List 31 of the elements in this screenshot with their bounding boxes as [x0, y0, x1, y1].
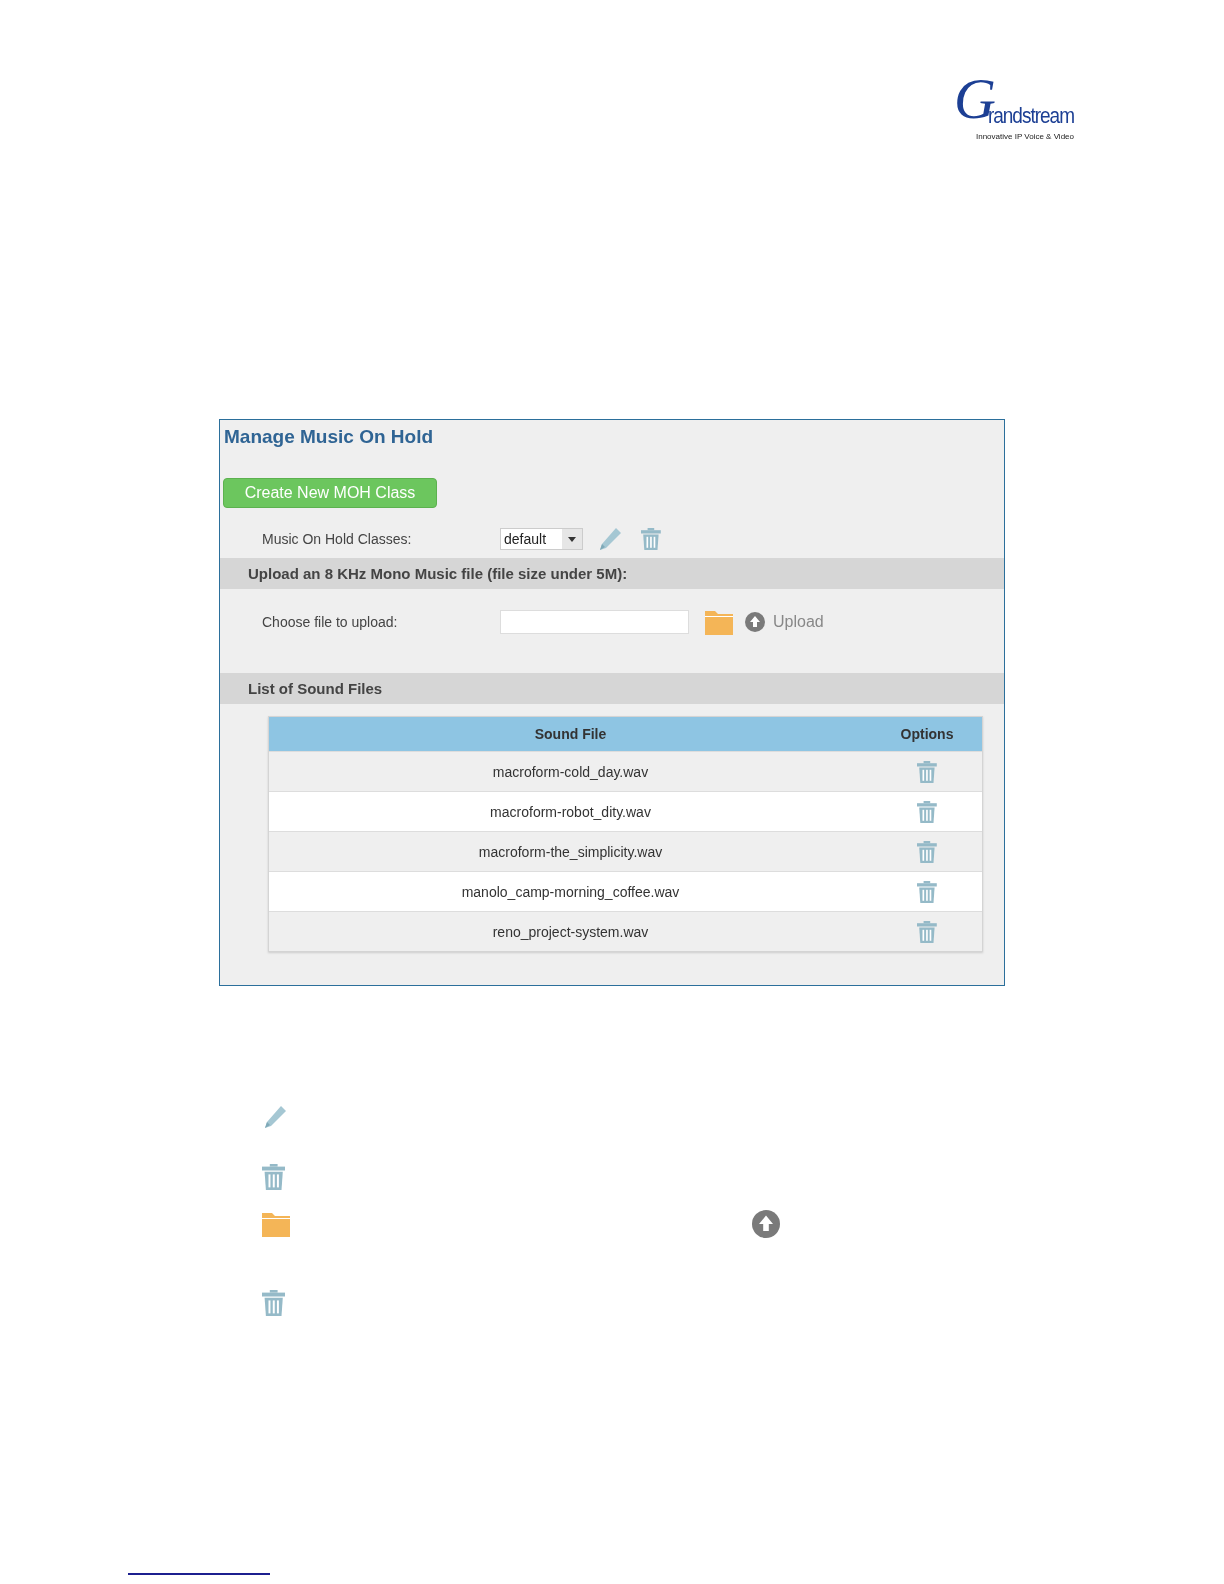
section-header: List of Sound Files	[220, 673, 1004, 704]
upload-button[interactable]: Upload	[745, 612, 824, 632]
column-header: Sound File	[533, 726, 608, 742]
column-header: Options	[899, 726, 955, 742]
upload-icon	[745, 612, 765, 632]
trash-icon[interactable]	[641, 528, 661, 550]
file-input[interactable]	[500, 610, 689, 634]
class-select[interactable]: default	[500, 528, 583, 550]
section-header: Upload an 8 KHz Mono Music file (file size under 5M):	[220, 558, 1004, 589]
trash-icon[interactable]	[917, 840, 937, 863]
trash-icon[interactable]	[917, 800, 937, 823]
caret-icon	[562, 529, 582, 549]
field-label: Choose file to upload:	[262, 614, 399, 630]
table-cell-text: manolo_camp-morning_coffee.wav	[460, 883, 681, 900]
trash-icon[interactable]	[917, 760, 937, 783]
trash-icon[interactable]	[917, 920, 937, 943]
folder-icon[interactable]	[705, 609, 733, 635]
table-cell-text: macroform-robot_dity.wav	[489, 803, 652, 820]
create-class-button[interactable]: Create New MOH Class	[223, 478, 437, 508]
pencil-icon[interactable]	[597, 526, 623, 552]
trash-icon	[262, 1290, 286, 1316]
table-cell-text: macroform-cold_day.wav	[491, 763, 650, 780]
table-cell-text: macroform-the_simplicity.wav	[477, 843, 664, 860]
trash-icon	[262, 1164, 286, 1190]
panel-title: Manage Music On Hold	[223, 425, 435, 448]
folder-icon	[262, 1211, 290, 1237]
trash-icon[interactable]	[917, 880, 937, 903]
field-label: Music On Hold Classes:	[262, 531, 413, 547]
table-cell-text: reno_project-system.wav	[491, 923, 650, 940]
pencil-icon	[262, 1104, 288, 1130]
upload-icon	[752, 1210, 780, 1238]
